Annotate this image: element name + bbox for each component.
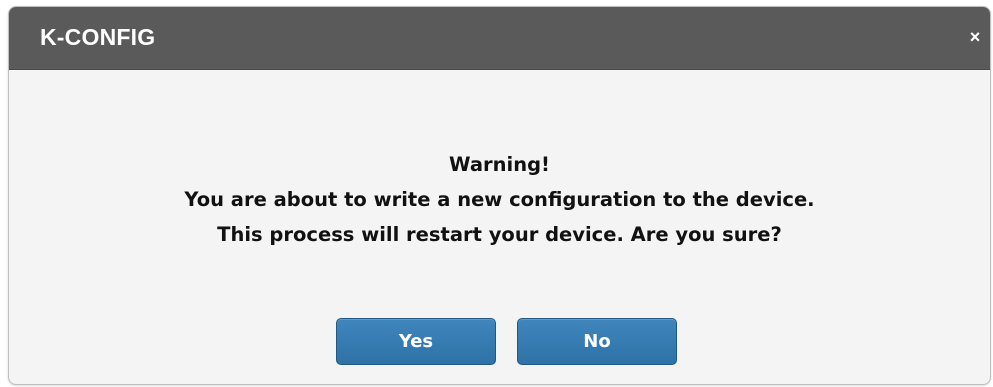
confirm-dialog: K-CONFIG × Warning! You are about to wri… xyxy=(8,6,991,385)
dialog-title: K-CONFIG xyxy=(40,24,156,50)
dialog-titlebar: K-CONFIG × xyxy=(9,7,990,70)
message-line-2: This process will restart your device. A… xyxy=(217,223,782,246)
dialog-message: Warning! You are about to write a new co… xyxy=(9,147,990,252)
close-icon[interactable]: × xyxy=(966,26,984,48)
yes-button[interactable]: Yes xyxy=(336,318,496,365)
warning-heading: Warning! xyxy=(449,153,550,176)
no-button[interactable]: No xyxy=(517,318,677,365)
message-line-1: You are about to write a new configurati… xyxy=(184,188,815,211)
